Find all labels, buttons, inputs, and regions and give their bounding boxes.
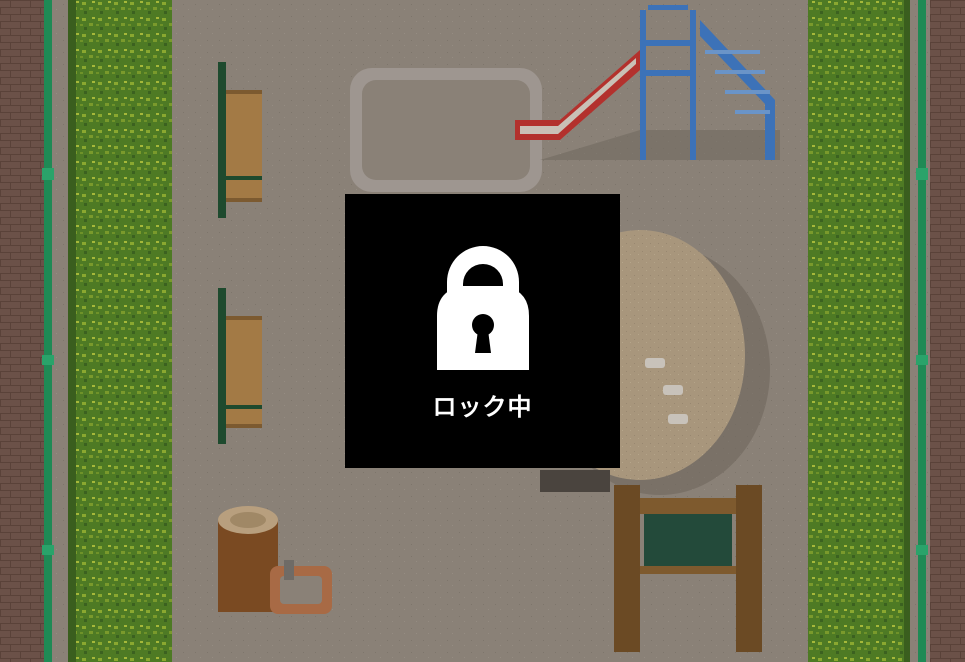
lock-overlay: ロック中 [345,194,620,468]
sandbox [350,68,542,192]
right-brick-wall [930,0,965,662]
left-brick-wall [0,0,45,662]
drinking-fountain [270,560,332,614]
right-hedge [808,0,906,662]
lock-status-label: ロック中 [432,393,533,421]
tree-stump [218,506,278,612]
left-hedge [75,0,172,662]
padlock-icon [437,246,529,370]
